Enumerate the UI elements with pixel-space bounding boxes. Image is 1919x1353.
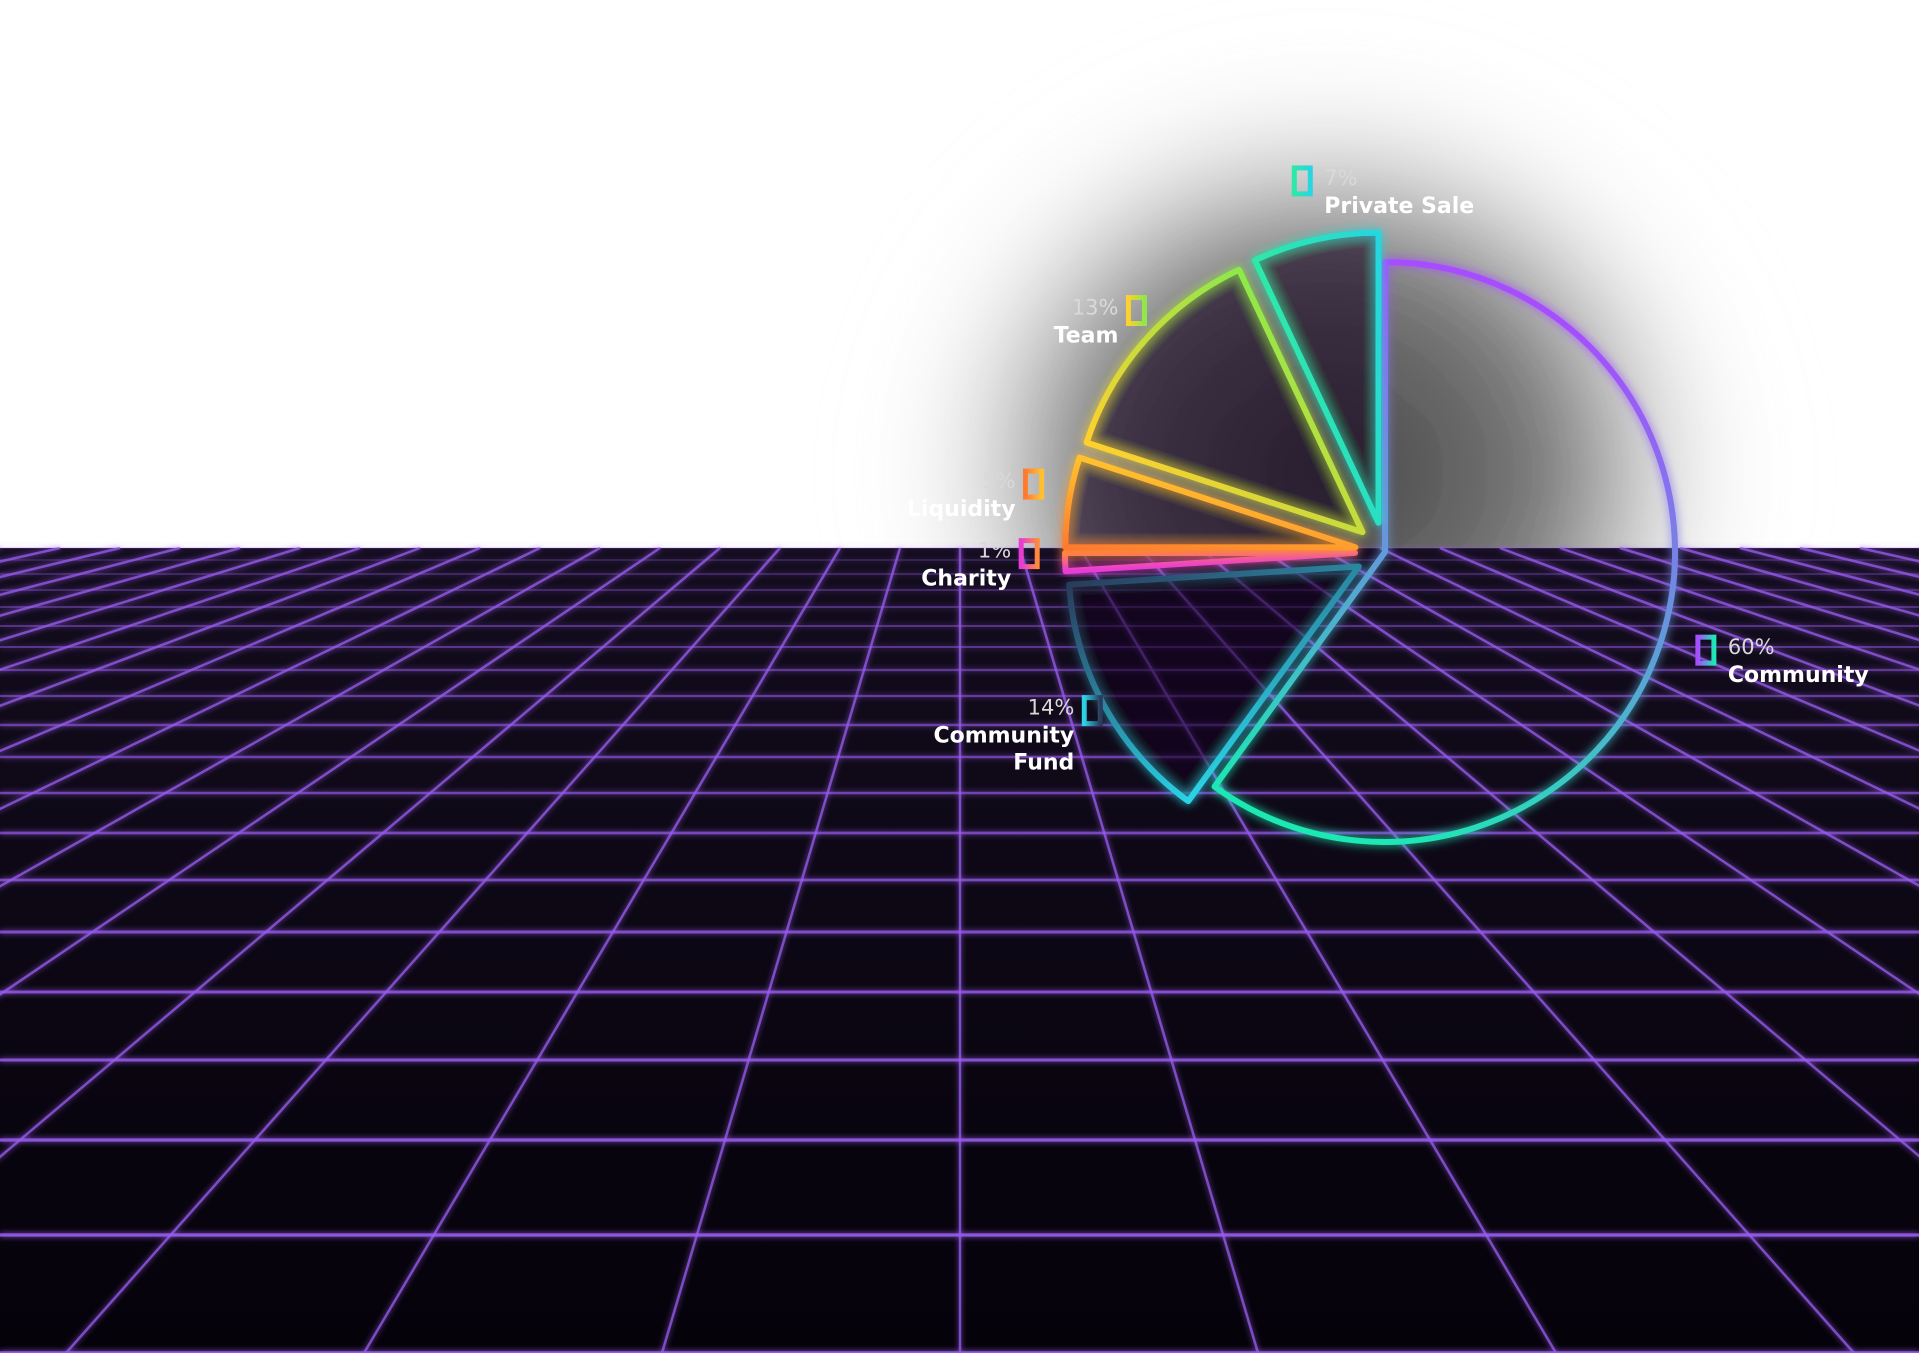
slice-percent: 60% xyxy=(1728,635,1775,659)
slice-percent: 7% xyxy=(1324,166,1357,190)
slice-name: Private Sale xyxy=(1324,194,1474,219)
slice-percent: 1% xyxy=(978,539,1011,563)
slice-name: Charity xyxy=(921,567,1011,592)
slice-percent: 5% xyxy=(982,469,1015,493)
slice-name: Liquidity xyxy=(907,497,1016,522)
slice-percent: 14% xyxy=(1028,696,1075,720)
slice-name: Community xyxy=(933,724,1074,749)
slice-name: Community xyxy=(1728,663,1869,688)
chart-scene: 60%Community14%CommunityFund1%Charity5%L… xyxy=(0,0,1919,1353)
slice-name: Fund xyxy=(1013,751,1074,776)
slice-name: Team xyxy=(1054,324,1119,349)
slice-percent: 13% xyxy=(1072,296,1119,320)
